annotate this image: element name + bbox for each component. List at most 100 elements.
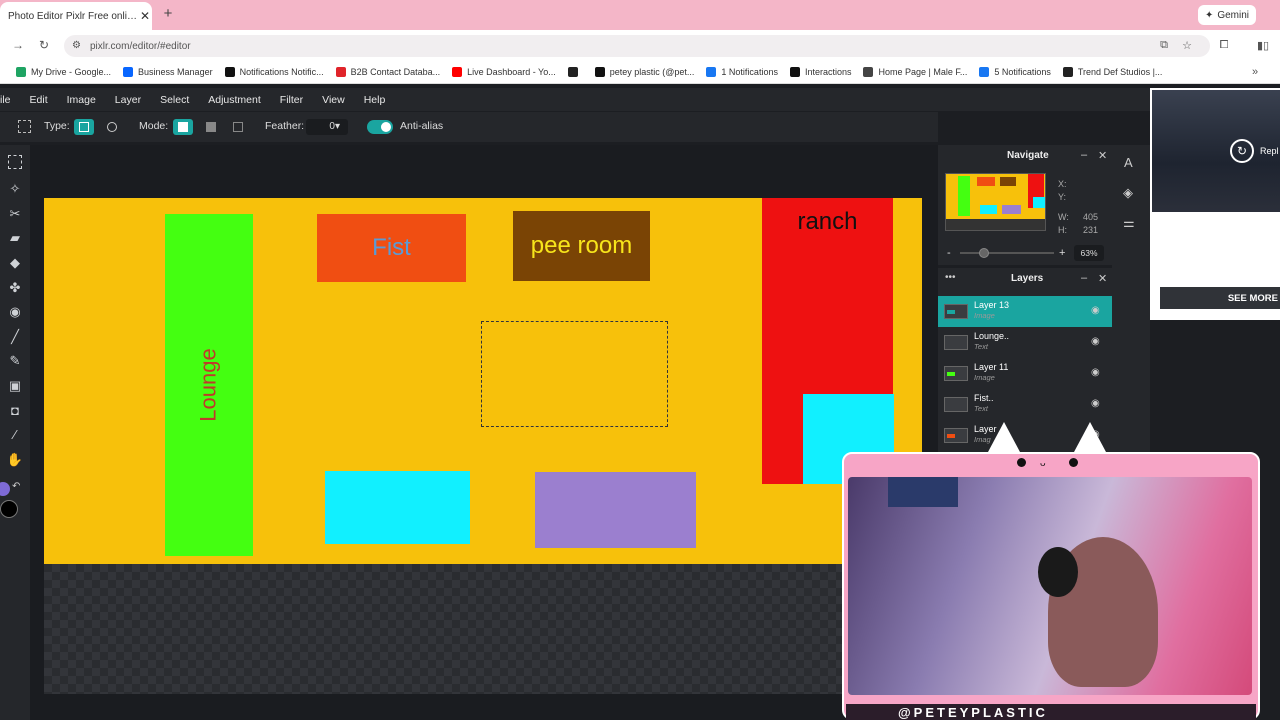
eraser-tool-icon[interactable]: ▰ [6,229,24,247]
secondary-color-swatch[interactable] [0,500,18,518]
visibility-eye-icon[interactable]: ◉ [1091,336,1100,347]
thumb-cyan-b [1033,197,1045,208]
zoom-slider-handle[interactable] [978,248,989,258]
thumb-purple [1002,205,1021,214]
antialias-toggle[interactable] [367,120,393,134]
bookmark-favicon-icon [979,67,990,77]
layer-row[interactable]: Layer 13 Image ◉ [938,296,1112,327]
hand-tool-icon[interactable]: ✋ [6,451,24,469]
bookmark-favicon-icon [594,67,605,77]
thumb-pee-room [1000,177,1016,186]
zoom-input[interactable]: 63% [1074,245,1104,261]
mode-add-button[interactable] [201,119,221,135]
filter-tool-icon[interactable]: ◉ [6,303,24,321]
bookmark-item[interactable]: My Drive - Google... [16,67,111,77]
bookmark-item[interactable]: Interactions [789,67,851,77]
adjust-panel-icon[interactable]: ⚌ [1123,215,1135,231]
browser-tab[interactable]: Photo Editor Pixlr Free online In ✕ [0,2,152,30]
address-bar[interactable]: ⚙ pixlr.com/editor/#editor [64,35,1210,57]
more-bookmarks-icon[interactable]: » [1252,66,1258,78]
ellipse-type-button[interactable] [102,119,122,135]
visibility-eye-icon[interactable]: ◉ [1091,398,1100,409]
drop-tool-icon[interactable]: ◆ [6,254,24,272]
more-options-icon[interactable]: ••• [945,272,956,283]
thumb-lounge [958,176,970,216]
close-tab-icon[interactable]: ✕ [138,9,152,23]
brush-tool-icon[interactable]: ╱ [6,328,24,346]
bookmark-item[interactable]: Trend Def Studios |... [1062,67,1162,77]
app-menubar: ile Edit Image Layer Select Adjustment Filter V… [0,88,1150,111]
pen-tool-icon[interactable]: ✎ [6,352,24,370]
shape-tool-icon[interactable]: ▣ [6,377,24,395]
rectangle-type-button[interactable] [74,119,94,135]
bookmark-item[interactable]: 1 Notifications [706,67,778,77]
bookmark-item[interactable]: B2B Contact Databa... [335,67,441,77]
feather-input[interactable]: 0▾ [306,119,348,135]
bookmark-item[interactable]: Notifications Notific... [224,67,324,77]
zoom-slider[interactable] [960,248,1054,258]
site-info-icon[interactable]: ⚙ [72,40,81,51]
side-panel-icon[interactable]: ▮▯ [1256,39,1270,52]
marquee-select-tool[interactable] [8,155,22,169]
room-purple-room [535,472,696,548]
see-more-button[interactable]: SEE MORE [1160,287,1280,309]
zoom-in-button[interactable]: + [1059,247,1065,259]
menu-item[interactable]: ile [0,94,11,106]
bookmark-item[interactable]: 5 Notifications [979,67,1051,77]
marquee-selection[interactable] [481,321,668,427]
bookmark-star-icon[interactable]: ☆ [1180,39,1194,52]
menu-item[interactable]: View [322,94,345,106]
new-tab-button[interactable]: + [160,6,176,22]
mode-subtract-button[interactable] [228,119,248,135]
cutout-scissors-tool-icon[interactable]: ✂ [6,205,24,223]
layer-thumbnail [944,335,968,350]
reload-icon[interactable]: ↻ [37,38,51,52]
menu-item[interactable]: Help [364,94,386,106]
layer-row[interactable]: Lounge.. Text ◉ [938,327,1112,358]
color-picker-tool-icon[interactable]: ⁄ [6,426,24,444]
menu-item[interactable]: Filter [280,94,303,106]
close-navigate-icon[interactable]: ✕ [1098,149,1107,162]
layer-row[interactable]: Layer 11 Image ◉ [938,358,1112,389]
menu-item[interactable]: Select [160,94,189,106]
visibility-eye-icon[interactable]: ◉ [1091,305,1100,316]
navigator-thumbnail[interactable] [945,173,1046,231]
minimize-layers-icon[interactable]: – [1081,272,1087,284]
bookmark-item[interactable] [567,67,583,77]
install-app-icon[interactable]: ⧉ [1157,39,1171,52]
bookmark-favicon-icon [789,67,800,77]
menu-item[interactable]: Layer [115,94,141,106]
bookmark-favicon-icon [863,67,874,77]
bookmark-label: B2B Contact Databa... [350,67,441,77]
fill-tool-icon[interactable]: ◘ [6,402,24,420]
bookmark-item[interactable]: Home Page | Male F... [863,67,967,77]
room-pee-room: pee room [513,211,650,281]
bookmark-item[interactable]: Live Dashboard - Yo... [452,67,556,77]
room-fist: Fist [317,214,466,282]
zoom-out-button[interactable]: - [947,247,951,259]
bookmark-item[interactable]: Business Manager [123,67,213,77]
layer-type: Text [974,404,988,413]
gemini-button[interactable]: ✦ Gemini [1198,5,1256,25]
minimize-navigate-icon[interactable]: – [1081,149,1087,161]
layer-row[interactable]: Fist.. Text ◉ [938,389,1112,420]
close-layers-icon[interactable]: ✕ [1098,272,1107,285]
swap-colors-icon[interactable]: ↶ [12,481,20,492]
replay-icon[interactable]: ↻ [1230,139,1254,163]
bookmark-item[interactable]: petey plastic (@pet... [594,67,694,77]
visibility-eye-icon[interactable]: ◉ [1091,367,1100,378]
layers-panel-icon[interactable]: ◈ [1123,185,1133,201]
extensions-icon[interactable]: ⧠ [1217,39,1231,52]
room-cyan-room-a [325,471,470,544]
menu-item[interactable]: Image [67,94,96,106]
magic-wand-tool-icon[interactable]: ✧ [6,180,24,198]
menu-item[interactable]: Adjustment [208,94,261,106]
layer-name: Lounge.. [974,331,1010,341]
forward-icon[interactable]: → [11,38,25,52]
heal-tool-icon[interactable]: ✤ [6,279,24,297]
cat-ear-left [988,422,1020,452]
text-panel-icon[interactable]: A [1124,155,1133,170]
mode-replace-button[interactable] [173,119,193,135]
bookmark-label: 1 Notifications [721,67,778,77]
menu-item[interactable]: Edit [30,94,48,106]
